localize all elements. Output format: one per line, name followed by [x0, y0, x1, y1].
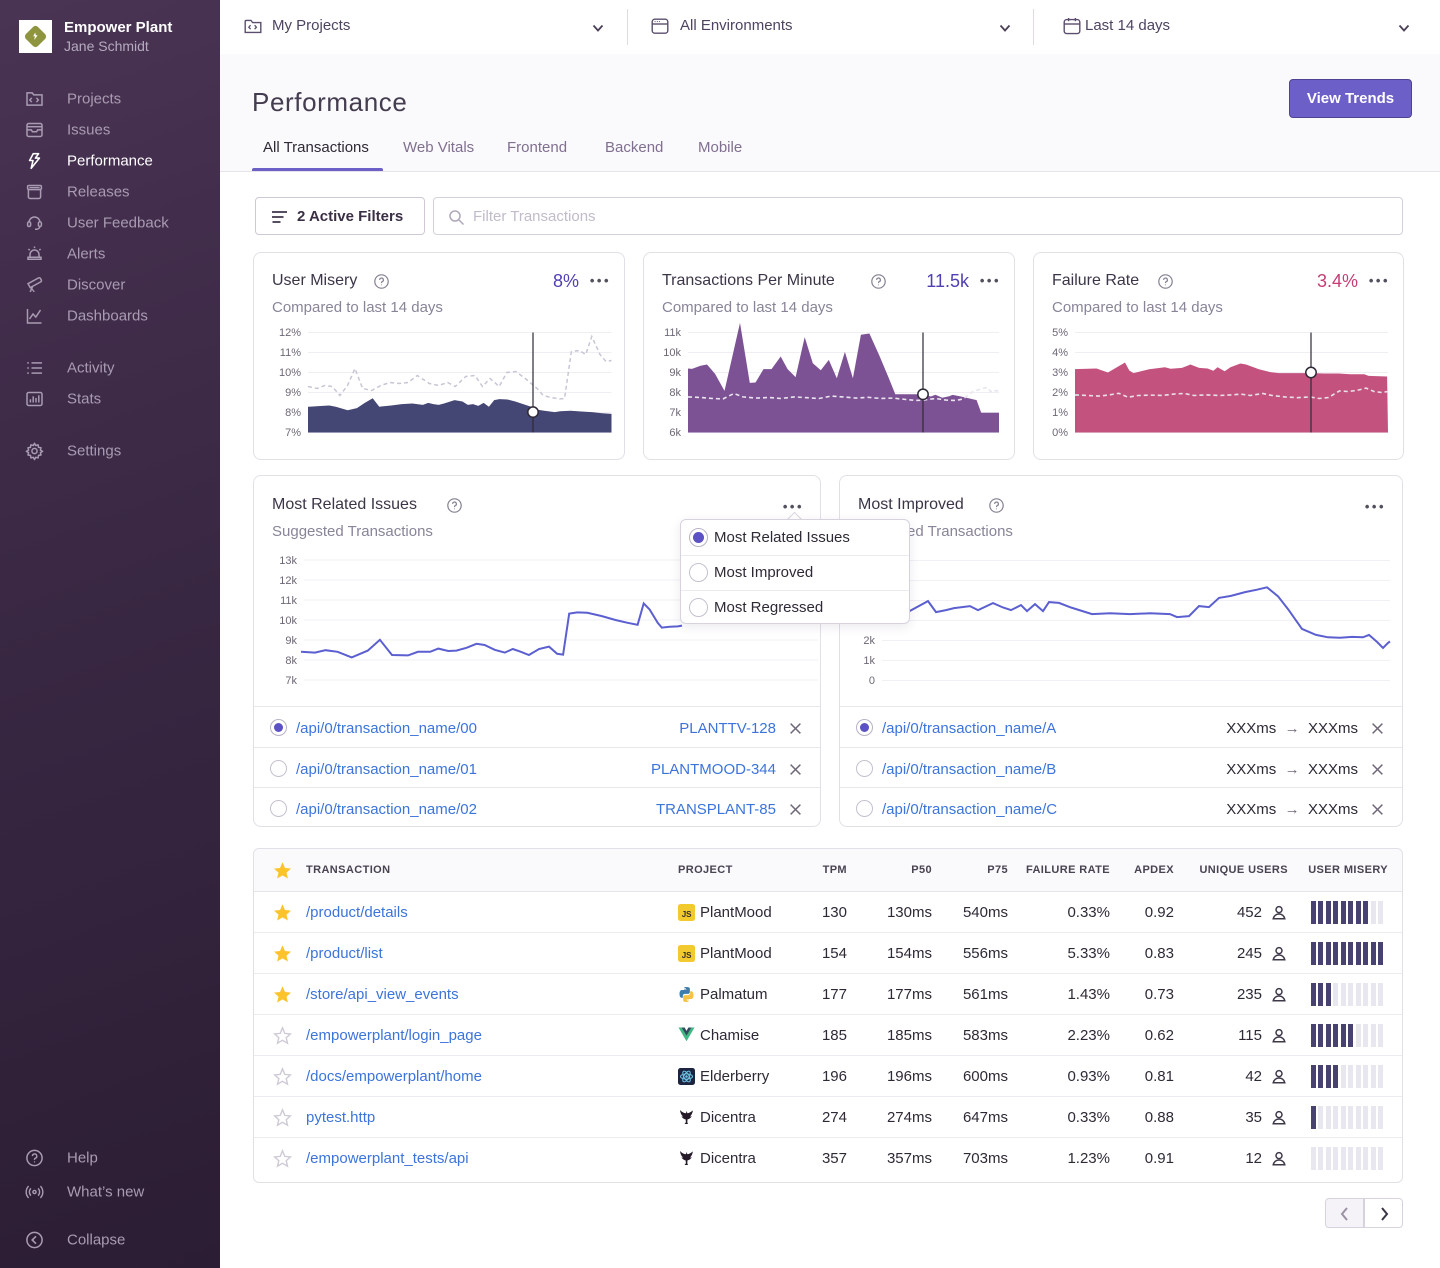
svg-text:13k: 13k: [279, 555, 297, 567]
svg-text:10%: 10%: [279, 367, 301, 379]
svg-text:11%: 11%: [280, 347, 301, 359]
svg-text:6k: 6k: [669, 427, 681, 439]
svg-text:12k: 12k: [279, 575, 297, 587]
svg-text:9%: 9%: [285, 387, 301, 399]
svg-text:7k: 7k: [285, 675, 297, 687]
svg-text:1%: 1%: [1052, 407, 1068, 419]
svg-text:11k: 11k: [280, 595, 297, 607]
svg-text:8k: 8k: [669, 387, 681, 399]
svg-text:12%: 12%: [279, 327, 301, 339]
svg-text:4%: 4%: [1052, 347, 1068, 359]
svg-text:7k: 7k: [669, 407, 681, 419]
svg-text:11k: 11k: [664, 327, 681, 339]
svg-text:0%: 0%: [1052, 427, 1068, 439]
svg-text:7%: 7%: [285, 427, 301, 439]
svg-text:3%: 3%: [1052, 367, 1068, 379]
svg-text:1k: 1k: [863, 655, 875, 667]
svg-text:5%: 5%: [1052, 327, 1068, 339]
svg-text:2k: 2k: [863, 635, 875, 647]
svg-text:9k: 9k: [669, 367, 681, 379]
svg-text:0: 0: [869, 675, 875, 687]
svg-text:8k: 8k: [285, 655, 297, 667]
svg-text:8%: 8%: [285, 407, 301, 419]
svg-text:10k: 10k: [663, 347, 681, 359]
svg-text:JS: JS: [682, 910, 692, 919]
svg-text:2%: 2%: [1052, 387, 1068, 399]
svg-text:10k: 10k: [279, 615, 297, 627]
svg-text:JS: JS: [682, 951, 692, 960]
svg-text:9k: 9k: [285, 635, 297, 647]
